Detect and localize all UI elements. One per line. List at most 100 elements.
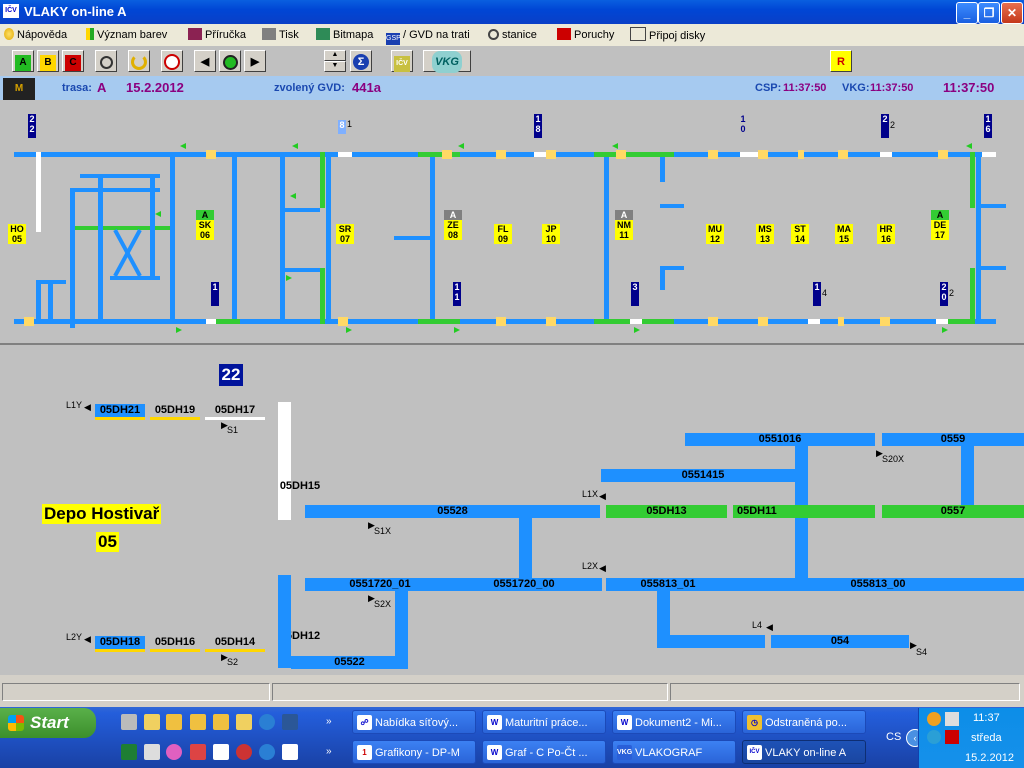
timer-button[interactable]: [219, 50, 241, 72]
track-05dh16[interactable]: 05DH16: [150, 636, 200, 652]
signal-s1x[interactable]: S1X: [374, 526, 391, 536]
track-05522[interactable]: 05522: [291, 656, 408, 669]
quicklaunch-chevron-icon[interactable]: »: [326, 746, 332, 757]
menu-tisk[interactable]: Tisk: [262, 27, 299, 43]
signal-s1[interactable]: S1: [227, 425, 238, 435]
train-number[interactable]: 3: [631, 282, 639, 306]
station-hr[interactable]: HR 16: [877, 224, 895, 244]
track-0551415[interactable]: 0551415: [601, 469, 805, 482]
task-button[interactable]: VKG VLAKOGRAF: [612, 740, 736, 764]
track-05dh12-bar[interactable]: [278, 575, 291, 633]
task-button[interactable]: ☍ Nabídka síťový...: [352, 710, 476, 734]
start-button[interactable]: Start: [0, 708, 96, 738]
app-icon[interactable]: [190, 744, 206, 760]
window-icon[interactable]: [213, 744, 229, 760]
track-05dh12-lower[interactable]: [278, 630, 291, 668]
track-link-559[interactable]: [961, 446, 974, 506]
folder-icon[interactable]: [190, 714, 206, 730]
menu-prirucka[interactable]: Příručka: [188, 27, 246, 43]
line-c-button[interactable]: C: [62, 50, 84, 72]
folder-icon[interactable]: [144, 714, 160, 730]
task-button[interactable]: W Maturitní práce...: [482, 710, 606, 734]
station-jp[interactable]: JP 10: [542, 224, 560, 244]
folder-icon[interactable]: [166, 714, 182, 730]
signal-l4[interactable]: L4: [752, 620, 762, 630]
app-icon[interactable]: [236, 744, 252, 760]
station-ms[interactable]: MS 13: [756, 224, 774, 244]
track-05dh21[interactable]: 05DH21: [95, 404, 145, 420]
tray-pen-icon[interactable]: [945, 712, 959, 726]
spin-up-button[interactable]: ▲: [324, 50, 346, 61]
menu-bitmapa[interactable]: Bitmapa: [316, 27, 373, 43]
quicklaunch-chevron-icon[interactable]: »: [326, 716, 332, 727]
track-link-055813[interactable]: [657, 591, 670, 637]
internet-explorer-icon[interactable]: [259, 744, 275, 760]
train-number[interactable]: 1 8: [534, 114, 542, 138]
station-st[interactable]: ST 14: [791, 224, 809, 244]
signal-l2y[interactable]: L2Y: [66, 632, 82, 642]
internet-explorer-icon[interactable]: [259, 714, 275, 730]
task-button[interactable]: ◷ Odstraněná po...: [742, 710, 866, 734]
track-05dh15-bar[interactable]: [278, 402, 291, 520]
excel-icon[interactable]: [121, 744, 137, 760]
tool-icon[interactable]: [144, 744, 160, 760]
r-button[interactable]: R: [830, 50, 852, 72]
track-0557[interactable]: 0557: [882, 505, 1024, 518]
track-link-528-551720[interactable]: [519, 518, 532, 578]
menu-pripoj-disky[interactable]: Připoj disky: [630, 27, 705, 43]
menu-poruchy[interactable]: Poruchy: [557, 27, 614, 43]
icv-button[interactable]: IČV: [391, 50, 413, 72]
track-055813-00[interactable]: 055813_00: [838, 578, 918, 591]
app-icon[interactable]: IČV: [3, 4, 19, 18]
train-number[interactable]: 2 0: [940, 282, 948, 306]
maximize-button[interactable]: ❐: [978, 2, 1000, 24]
track-054-approach[interactable]: [657, 635, 765, 648]
task-button[interactable]: W Dokument2 - Mi...: [612, 710, 736, 734]
depot-train-count[interactable]: 22: [219, 364, 243, 386]
task-button-active[interactable]: IČV VLAKY on-line A: [742, 740, 866, 764]
vkg-button[interactable]: VKG: [423, 50, 471, 73]
track-0551720-01[interactable]: 0551720_01: [340, 578, 420, 591]
clock-button[interactable]: [161, 50, 183, 72]
zoom-button[interactable]: [95, 50, 117, 72]
track-054[interactable]: 054: [771, 635, 909, 648]
signal-s4[interactable]: S4: [916, 647, 927, 657]
station-ze[interactable]: A ZE 08: [444, 210, 462, 240]
train-number[interactable]: 1 6: [984, 114, 992, 138]
track-05dh18[interactable]: 05DH18: [95, 636, 145, 652]
train-number[interactable]: 1 0: [739, 114, 747, 138]
station-fl[interactable]: FL 09: [494, 224, 512, 244]
track-05dh19[interactable]: 05DH19: [150, 404, 200, 420]
station-ma[interactable]: MA 15: [835, 224, 853, 244]
station-sr[interactable]: SR 07: [336, 224, 354, 244]
refresh-button[interactable]: [128, 50, 150, 72]
track-05dh13[interactable]: 05DH13: [606, 505, 727, 518]
window-icon[interactable]: [282, 744, 298, 760]
media-icon[interactable]: [166, 744, 182, 760]
signal-s20x[interactable]: S20X: [882, 454, 904, 464]
line-b-button[interactable]: B: [37, 50, 59, 72]
track-05dh14[interactable]: 05DH14: [205, 636, 265, 652]
tray-time[interactable]: 11:37: [973, 712, 1000, 724]
train-number[interactable]: 1 1: [453, 282, 461, 306]
task-button[interactable]: W Graf - C Po-Čt ...: [482, 740, 606, 764]
show-desktop-icon[interactable]: [121, 714, 137, 730]
signal-l1x[interactable]: L1X: [582, 489, 598, 499]
spin-down-button[interactable]: ▼: [324, 61, 346, 72]
menu-vyznam-barev[interactable]: Význam barev: [86, 27, 167, 43]
signal-l2x[interactable]: L2X: [582, 561, 598, 571]
train-number[interactable]: 2 2: [28, 114, 36, 138]
minimize-button[interactable]: _: [956, 2, 978, 24]
forward-button[interactable]: ▶: [244, 50, 266, 72]
title-bar[interactable]: IČV VLAKY on-line A _ ❐ ✕: [0, 0, 1024, 24]
tray-network-icon[interactable]: [927, 730, 941, 744]
track-055813-01[interactable]: 055813_01: [628, 578, 708, 591]
station-mu[interactable]: MU 12: [706, 224, 724, 244]
signal-s2x[interactable]: S2X: [374, 599, 391, 609]
train-number[interactable]: 1: [211, 282, 219, 306]
menu-stanice[interactable]: stanice: [488, 27, 537, 43]
tray-antivirus-icon[interactable]: [945, 730, 959, 744]
train-number[interactable]: 2: [881, 114, 889, 138]
close-button[interactable]: ✕: [1001, 2, 1023, 24]
track-05dh17[interactable]: 05DH17: [205, 404, 265, 420]
